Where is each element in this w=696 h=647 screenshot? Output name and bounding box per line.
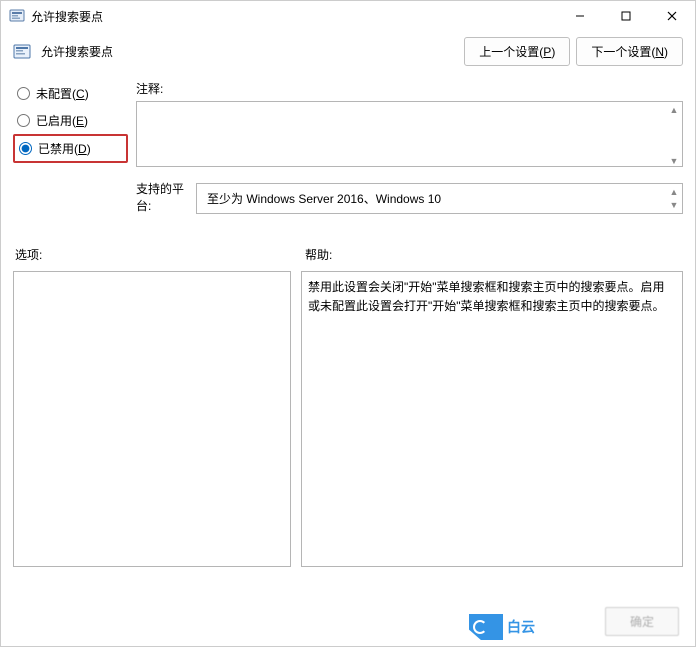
supported-on-value: 至少为 Windows Server 2016、Windows 10	[196, 183, 683, 214]
window-title: 允许搜索要点	[31, 8, 103, 25]
app-icon	[9, 8, 25, 24]
comment-textarea[interactable]	[136, 101, 683, 167]
supported-on-label: 支持的平台:	[136, 178, 196, 218]
previous-setting-button[interactable]: 上一个设置(P)	[464, 37, 570, 66]
radio-not-configured-label[interactable]: 未配置(C)	[36, 85, 89, 102]
watermark-logo-icon	[469, 614, 503, 640]
comment-label: 注释:	[136, 78, 683, 101]
radio-disabled-input[interactable]	[19, 142, 32, 155]
options-pane	[13, 271, 291, 567]
radio-enabled-input[interactable]	[17, 114, 30, 127]
ok-button[interactable]: 确定	[605, 607, 679, 636]
radio-enabled[interactable]: 已启用(E)	[13, 107, 128, 134]
radio-enabled-label[interactable]: 已启用(E)	[36, 112, 88, 129]
policy-icon	[13, 43, 31, 61]
options-label: 选项:	[15, 246, 305, 263]
help-pane[interactable]: 禁用此设置会关闭"开始"菜单搜索框和搜索主页中的搜索要点。启用或未配置此设置会打…	[301, 271, 683, 567]
watermark-text: 白云	[507, 617, 535, 637]
watermark: 白云	[469, 614, 535, 640]
section-labels: 选项: 帮助:	[1, 218, 695, 271]
radio-disabled-label[interactable]: 已禁用(D)	[38, 140, 91, 157]
header-row: 允许搜索要点 上一个设置(P) 下一个设置(N)	[1, 31, 695, 78]
minimize-button[interactable]	[557, 1, 603, 31]
maximize-button[interactable]	[603, 1, 649, 31]
help-label: 帮助:	[305, 246, 332, 263]
page-title: 允许搜索要点	[41, 43, 113, 60]
next-setting-button[interactable]: 下一个设置(N)	[576, 37, 683, 66]
radio-not-configured-input[interactable]	[17, 87, 30, 100]
close-button[interactable]	[649, 1, 695, 31]
radio-disabled[interactable]: 已禁用(D)	[13, 134, 128, 163]
radio-not-configured[interactable]: 未配置(C)	[13, 80, 128, 107]
titlebar: 允许搜索要点	[1, 1, 695, 31]
state-radio-group: 未配置(C) 已启用(E) 已禁用(D)	[13, 78, 128, 218]
